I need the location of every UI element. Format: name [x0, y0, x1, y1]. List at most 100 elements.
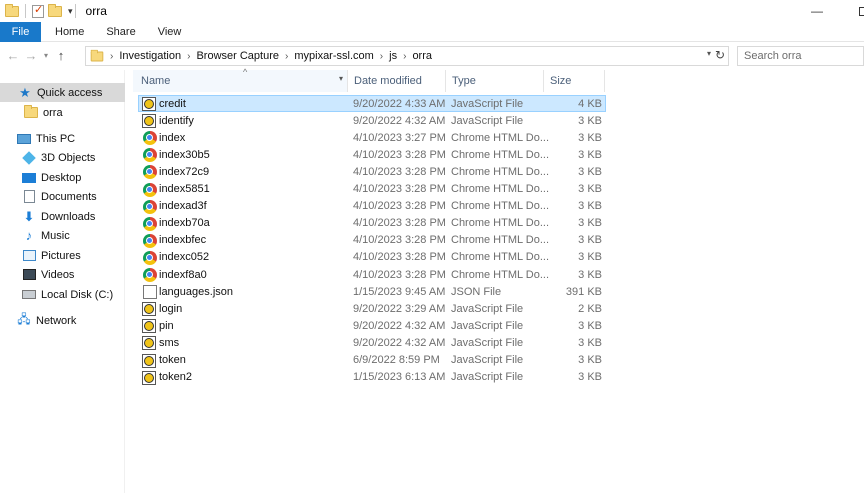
sidebar-item-desktop[interactable]: Desktop	[0, 168, 125, 187]
cube-icon	[22, 150, 36, 165]
documents-icon	[22, 190, 36, 204]
file-date-modified: 4/10/2023 3:28 PM	[353, 268, 446, 281]
file-date-modified: 4/10/2023 3:28 PM	[353, 183, 446, 195]
tab-home[interactable]: Home	[44, 22, 95, 42]
tab-view[interactable]: View	[147, 22, 193, 42]
table-row[interactable]: languages.json 1/15/2023 9:45 AM JSON File…	[138, 283, 606, 300]
file-type: JavaScript File	[451, 354, 524, 366]
refresh-icon[interactable]: ↻	[715, 48, 725, 62]
sidebar-item-this-pc[interactable]: This PC	[0, 129, 125, 148]
table-row[interactable]: pin 9/20/2022 4:32 AM JavaScript File 3 KB	[138, 317, 606, 334]
address-bar[interactable]: › Investigation › Browser Capture › mypi…	[85, 46, 729, 66]
sidebar-item-pictures[interactable]: Pictures	[0, 246, 125, 265]
file-name: token	[159, 354, 186, 366]
chevron-right-icon[interactable]: ›	[403, 51, 406, 62]
file-size: 3 KB	[578, 148, 602, 161]
file-date-modified: 9/20/2022 4:32 AM	[353, 336, 446, 349]
folder-icon[interactable]	[5, 3, 19, 17]
up-button[interactable]: ↑	[52, 48, 70, 63]
file-name: credit	[159, 97, 186, 110]
chevron-down-icon[interactable]: ▾	[339, 74, 343, 83]
file-date-modified: 4/10/2023 3:28 PM	[353, 217, 446, 230]
table-row[interactable]: index 4/10/2023 3:27 PM Chrome HTML Do... 3…	[138, 129, 606, 146]
file-size: 391 KB	[565, 285, 602, 298]
file-date-modified: 9/20/2022 3:29 AM	[353, 302, 446, 315]
file-type: Chrome HTML Do...	[451, 251, 550, 264]
chevron-right-icon[interactable]: ›	[380, 51, 383, 62]
recent-locations-button[interactable]: ▾	[40, 51, 52, 60]
chevron-right-icon[interactable]: ›	[187, 51, 190, 62]
table-row[interactable]: indexc052 4/10/2023 3:28 PM Chrome HTML Do…	[138, 249, 606, 266]
minimize-button[interactable]: —	[794, 0, 840, 22]
column-header-name[interactable]: ^ Name ▾	[133, 67, 348, 92]
file-type: Chrome HTML Do...	[451, 217, 550, 230]
sidebar-item-label: Pictures	[41, 249, 81, 262]
chrome-icon	[143, 268, 157, 282]
file-name: indexc052	[159, 251, 210, 264]
file-date-modified: 4/10/2023 3:28 PM	[353, 251, 446, 264]
table-row[interactable]: token 6/9/2022 8:59 PM JavaScript File 3 KB	[138, 352, 606, 369]
sidebar-item-3d-objects[interactable]: 3D Objects	[0, 148, 125, 167]
breadcrumb-js[interactable]: js	[389, 50, 397, 62]
sidebar-item-label: Local Disk (C:)	[41, 288, 114, 301]
toolbar-divider	[25, 4, 26, 18]
chrome-icon	[143, 182, 157, 197]
table-row[interactable]: index30b5 4/10/2023 3:28 PM Chrome HTML Do…	[138, 146, 606, 163]
table-row[interactable]: identify 9/20/2022 4:32 AM JavaScript File…	[138, 112, 606, 129]
star-icon: ★	[19, 84, 31, 100]
column-header-type[interactable]: Type	[446, 70, 544, 92]
breadcrumb-browser-capture[interactable]: Browser Capture	[196, 50, 279, 62]
customize-toolbar-icon[interactable]: ▾	[68, 6, 73, 17]
tab-file[interactable]: File	[0, 22, 41, 42]
back-button[interactable]: ←	[4, 48, 22, 63]
sidebar-item-orra[interactable]: orra	[0, 103, 125, 122]
file-date-modified: 1/15/2023 9:45 AM	[353, 285, 446, 298]
sidebar-item-videos[interactable]: Videos	[0, 265, 125, 284]
navigation-bar: ← → ▾ ↑ › Investigation › Browser Captur…	[0, 42, 864, 69]
sidebar-item-downloads[interactable]: ⬇ Downloads	[0, 207, 125, 226]
breadcrumb-mypixar-ssl[interactable]: mypixar-ssl.com	[294, 50, 373, 62]
download-icon: ⬇	[23, 208, 35, 224]
table-row[interactable]: sms 9/20/2022 4:32 AM JavaScript File 3 KB	[138, 334, 606, 351]
table-row[interactable]: indexf8a0 4/10/2023 3:28 PM Chrome HTML Do…	[138, 266, 606, 283]
chevron-right-icon[interactable]: ›	[110, 51, 113, 62]
search-input[interactable]	[738, 47, 863, 65]
file-size: 3 KB	[578, 131, 602, 144]
sidebar-item-network[interactable]: 🖧 Network	[0, 311, 125, 330]
json-file-icon	[143, 285, 157, 300]
column-header-label: Name	[141, 75, 171, 87]
sidebar-item-label: Videos	[41, 268, 75, 281]
chevron-right-icon[interactable]: ›	[285, 51, 288, 62]
table-row[interactable]: login 9/20/2022 3:29 AM JavaScript File 2 K…	[138, 300, 606, 317]
address-dropdown-icon[interactable]: ▾	[707, 49, 711, 58]
maximize-button[interactable]	[840, 0, 864, 22]
table-row[interactable]: indexbfec 4/10/2023 3:28 PM Chrome HTML Do…	[138, 232, 606, 249]
breadcrumb-orra[interactable]: orra	[412, 50, 432, 62]
table-row[interactable]: indexad3f 4/10/2023 3:28 PM Chrome HTML Do…	[138, 198, 606, 215]
column-header-date[interactable]: Date modified	[348, 70, 446, 92]
file-name: login	[159, 302, 183, 315]
tab-share[interactable]: Share	[95, 22, 146, 42]
javascript-file-icon	[142, 336, 156, 351]
properties-icon[interactable]	[32, 3, 44, 18]
file-date-modified: 4/10/2023 3:27 PM	[353, 131, 446, 144]
table-row[interactable]: credit 9/20/2022 4:33 AM JavaScript File 4 …	[138, 95, 606, 112]
breadcrumb-investigation[interactable]: Investigation	[119, 50, 181, 62]
table-row[interactable]: token2 1/15/2023 6:13 AM JavaScript File 3 …	[138, 369, 606, 386]
column-header-size[interactable]: Size	[544, 70, 605, 92]
sidebar-item-local-disk[interactable]: Local Disk (C:)	[0, 285, 125, 304]
new-folder-icon[interactable]	[48, 3, 62, 17]
table-row[interactable]: index72c9 4/10/2023 3:28 PM Chrome HTML Do…	[138, 163, 606, 180]
minimize-icon: —	[811, 4, 823, 18]
sidebar-item-music[interactable]: ♪ Music	[0, 226, 125, 245]
sidebar-item-label: orra	[43, 106, 63, 119]
file-name: indexb70a	[159, 217, 210, 230]
table-row[interactable]: indexb70a 4/10/2023 3:28 PM Chrome HTML Do…	[138, 215, 606, 232]
table-row[interactable]: index5851 4/10/2023 3:28 PM Chrome HTML Do…	[138, 181, 606, 198]
forward-button[interactable]: →	[22, 48, 40, 63]
disk-icon	[22, 288, 36, 302]
chrome-icon	[143, 148, 157, 163]
sidebar-item-quick-access[interactable]: ★ Quick access	[0, 83, 125, 102]
search-box[interactable]	[737, 46, 864, 66]
sidebar-item-documents[interactable]: Documents	[0, 187, 125, 206]
